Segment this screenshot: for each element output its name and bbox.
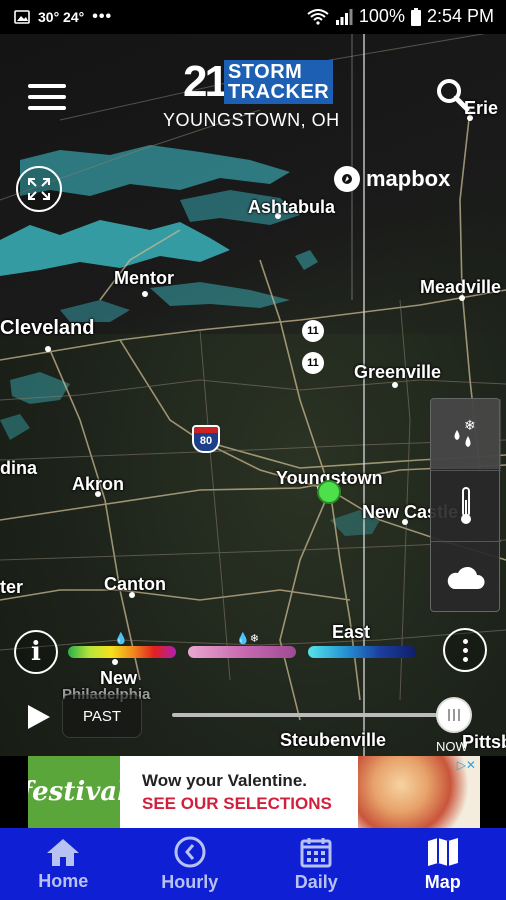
- thermometer-icon: [461, 486, 471, 524]
- temperature-readout: 30° 24°: [38, 9, 85, 25]
- past-label: PAST: [82, 707, 122, 725]
- city-label-akron: Akron: [72, 474, 125, 494]
- route-shield-11: 11: [302, 320, 324, 342]
- cloud-layer-button[interactable]: [431, 541, 501, 611]
- festival-logo: festival: [28, 756, 127, 828]
- clock-icon: [174, 836, 206, 867]
- svg-text:❄: ❄: [464, 418, 476, 434]
- more-options-button[interactable]: [443, 628, 487, 672]
- ad-call-to-action: SEE OUR SELECTIONS: [142, 793, 332, 813]
- search-icon[interactable]: [436, 78, 470, 112]
- timeline-slider[interactable]: [172, 713, 454, 717]
- calendar-icon: [300, 837, 332, 867]
- advertisement-banner[interactable]: festival Wow your Valentine. SEE OUR SEL…: [28, 756, 480, 828]
- nav-map[interactable]: Map: [380, 828, 506, 900]
- snow-intensity-legend: [308, 646, 416, 658]
- mapbox-label: mapbox: [366, 166, 451, 191]
- city-label-canton: Canton: [104, 574, 166, 594]
- current-location-marker[interactable]: [317, 480, 341, 504]
- city-label-greenville: Greenville: [354, 362, 442, 382]
- signal-icon: [335, 8, 353, 25]
- nav-daily[interactable]: Daily: [253, 828, 380, 900]
- info-icon: i: [31, 637, 41, 667]
- city-label-steubenville: Steubenville: [280, 730, 387, 750]
- mix-legend-icon: 💧❄: [236, 633, 259, 645]
- map-icon: [427, 837, 458, 866]
- battery-percent: 100%: [358, 6, 405, 26]
- logo-channel-number: 21: [183, 57, 229, 106]
- layer-selector: ❄: [430, 398, 501, 612]
- city-label-ashtabula: Ashtabula: [248, 197, 336, 217]
- bottom-navigation: Home Hourly Daily Map: [0, 828, 506, 900]
- interstate-80-shield: 80: [192, 425, 220, 453]
- location-title: YOUNGSTOWN, OH: [163, 110, 340, 130]
- nav-daily-label: Daily: [294, 871, 338, 892]
- status-bar: 30° 24° ••• 100% 2:54 PM: [0, 0, 506, 34]
- route-shield-11: 11: [302, 352, 324, 374]
- storm-tracker-logo: 21 STORM TRACKER: [183, 56, 334, 108]
- play-icon[interactable]: [26, 703, 52, 731]
- city-label-east: East: [332, 622, 371, 642]
- mapbox-logo-icon: [334, 166, 360, 192]
- now-label: NOW: [436, 739, 468, 754]
- ad-brand: festival: [28, 777, 128, 807]
- info-button[interactable]: i: [14, 630, 58, 674]
- city-label-meadville: Meadville: [420, 277, 502, 297]
- timeline-slider-handle[interactable]: [436, 697, 472, 733]
- precipitation-layer-button[interactable]: ❄: [431, 399, 501, 469]
- expand-icon: [28, 178, 50, 200]
- logo-wordmark: STORM TRACKER: [223, 60, 334, 104]
- logo-line-tracker: TRACKER: [227, 81, 330, 103]
- nav-home[interactable]: Home: [0, 828, 127, 900]
- interstate-number: 80: [199, 435, 213, 447]
- battery-icon: [410, 7, 421, 26]
- image-icon: [14, 10, 30, 24]
- city-label-mentor: Mentor: [114, 268, 174, 288]
- rain-intensity-legend: [68, 646, 176, 658]
- rain-legend-icon: 💧: [114, 633, 128, 645]
- menu-button[interactable]: [28, 84, 66, 110]
- home-icon: [47, 838, 80, 866]
- fullscreen-button[interactable]: [16, 166, 62, 212]
- mix-intensity-legend: [188, 646, 296, 658]
- nav-hourly[interactable]: Hourly: [127, 828, 254, 900]
- city-label-dina: dina: [0, 458, 38, 478]
- clock-time: 2:54 PM: [426, 6, 494, 26]
- wifi-icon: [307, 8, 329, 25]
- mapbox-attribution[interactable]: mapbox: [334, 166, 450, 192]
- city-label-pittsburgh: Pittsb: [462, 732, 506, 752]
- logo-line-storm: STORM: [227, 61, 303, 83]
- nav-map-label: Map: [424, 871, 461, 892]
- nav-hourly-label: Hourly: [161, 871, 219, 892]
- precipitation-type-icon: ❄: [454, 418, 476, 447]
- nav-home-label: Home: [38, 870, 89, 891]
- city-label-cleveland: Cleveland: [0, 317, 95, 339]
- past-toggle-button[interactable]: PAST: [62, 694, 142, 738]
- ad-headline: Wow your Valentine.: [142, 770, 307, 790]
- temperature-layer-button[interactable]: [431, 470, 501, 540]
- city-label-ter: ter: [0, 577, 24, 597]
- adchoices-icon[interactable]: ▷✕: [457, 758, 476, 772]
- cloud-icon: [447, 566, 485, 589]
- more-notifications: •••: [92, 8, 113, 25]
